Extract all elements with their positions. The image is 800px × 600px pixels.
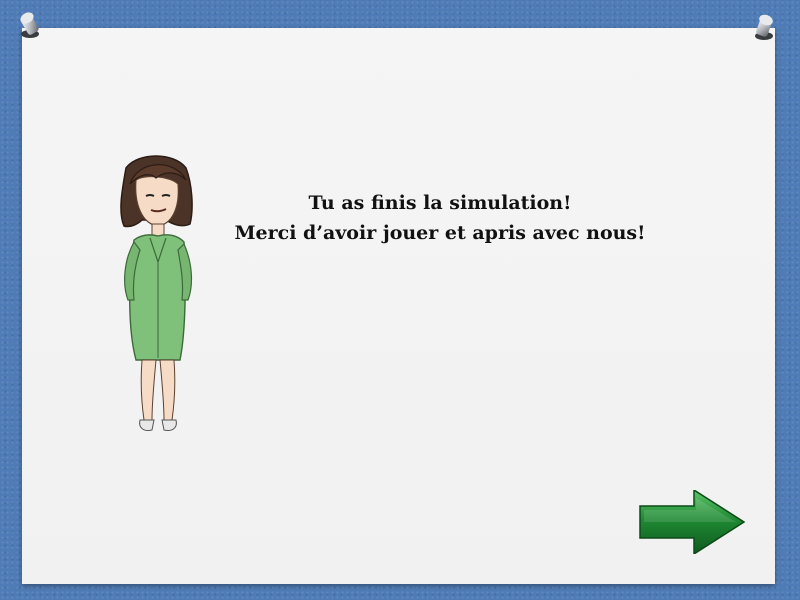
simulation-end-screen: { "message": { "line1": "Tu as finis la … [0,0,800,600]
message-line-2: Merci d’avoir jouer et apris avec nous! [234,222,646,244]
completion-message: Tu as finis la simulation! Merci d’avoir… [180,188,700,248]
pushpin-icon [755,14,773,40]
pushpin-icon [20,12,39,38]
next-arrow-icon[interactable] [638,490,746,554]
message-line-1: Tu as finis la simulation! [308,192,572,214]
